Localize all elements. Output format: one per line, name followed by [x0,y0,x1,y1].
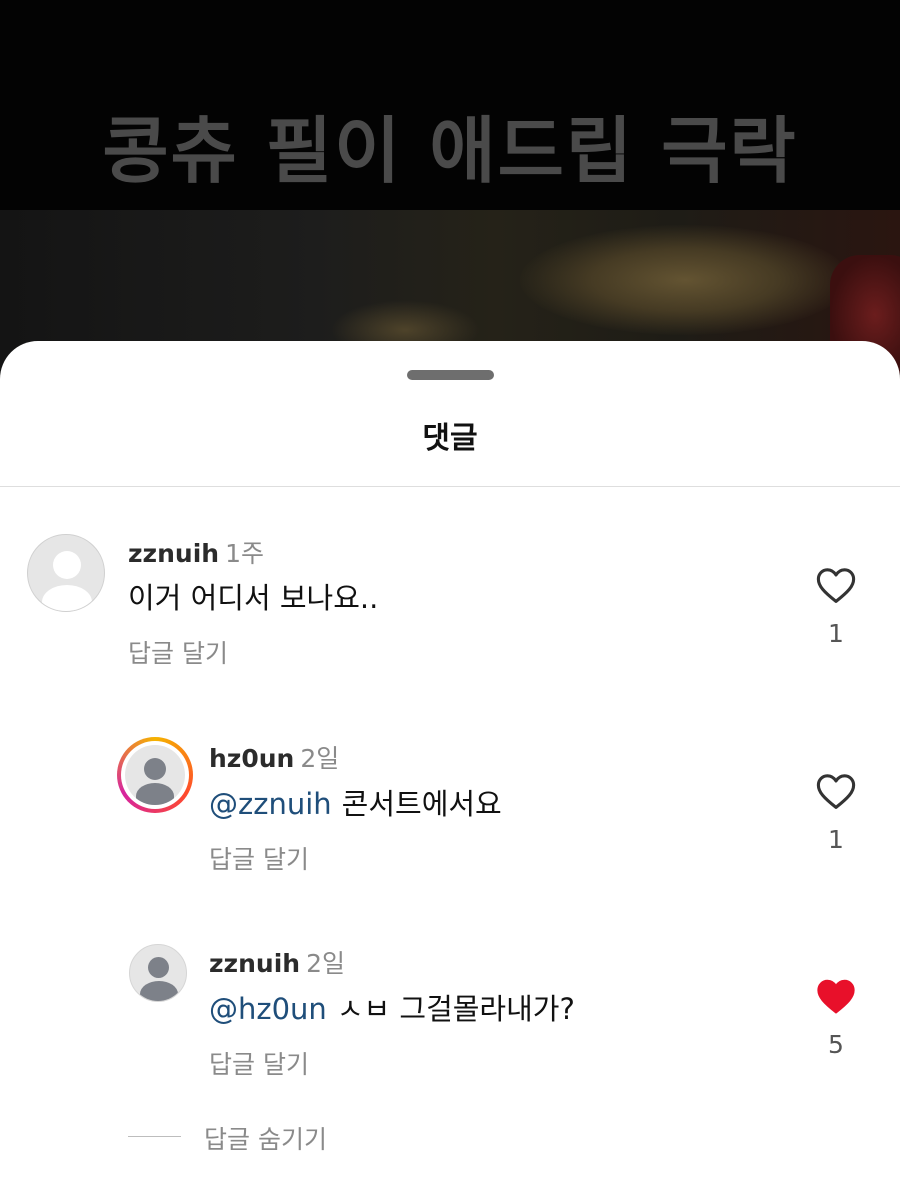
comment-time: 1주 [225,539,264,568]
mention-link[interactable]: @zznuih [209,787,332,821]
comment-item: zznuih 1주 이거 어디서 보나요.. 답글 달기 1 [0,531,900,681]
comment-text: @zznuih 콘서트에서요 [209,787,502,821]
story-ring[interactable] [117,737,193,813]
mention-link[interactable]: @hz0un [209,992,327,1026]
like-count: 1 [828,825,844,854]
hide-replies-line [128,1136,181,1137]
reply-button[interactable]: 답글 달기 [209,1045,309,1081]
cymbal-image [520,225,850,335]
heart-filled-icon[interactable] [815,977,857,1015]
reply-button[interactable]: 답글 달기 [209,840,309,876]
comment-time: 2일 [300,744,340,773]
video-caption: 콩츄 필이 애드립 극락 [102,109,798,193]
reply-item: hz0un 2일 @zznuih 콘서트에서요 답글 달기 1 [0,737,900,887]
comment-time: 2일 [306,949,345,978]
reply-item: zznuih 2일 @hz0un ㅅㅂ 그걸몰라내가? 답글 달기 5 [0,942,900,1092]
heart-outline-icon[interactable] [815,566,857,604]
comment-text: 이거 어디서 보나요.. [128,581,379,615]
comment-text: @hz0un ㅅㅂ 그걸몰라내가? [209,992,575,1026]
hide-replies-label: 답글 숨기기 [204,1125,327,1154]
heart-outline-icon[interactable] [815,772,857,810]
header-divider [0,486,900,487]
sheet-title: 댓글 [422,421,478,456]
avatar [125,745,185,805]
comments-sheet: 댓글 zznuih 1주 이거 어디서 보나요.. 답글 달기 1 hz0un … [0,341,900,1199]
avatar[interactable] [129,944,187,1002]
comment-username[interactable]: zznuih 1주 [128,534,264,570]
reply-button[interactable]: 답글 달기 [128,634,228,670]
avatar[interactable] [27,534,105,612]
like-count: 1 [828,619,844,648]
comment-username[interactable]: hz0un 2일 [209,739,339,775]
comment-username[interactable]: zznuih 2일 [209,944,345,980]
drag-handle[interactable] [407,370,494,380]
like-count: 5 [828,1030,844,1059]
